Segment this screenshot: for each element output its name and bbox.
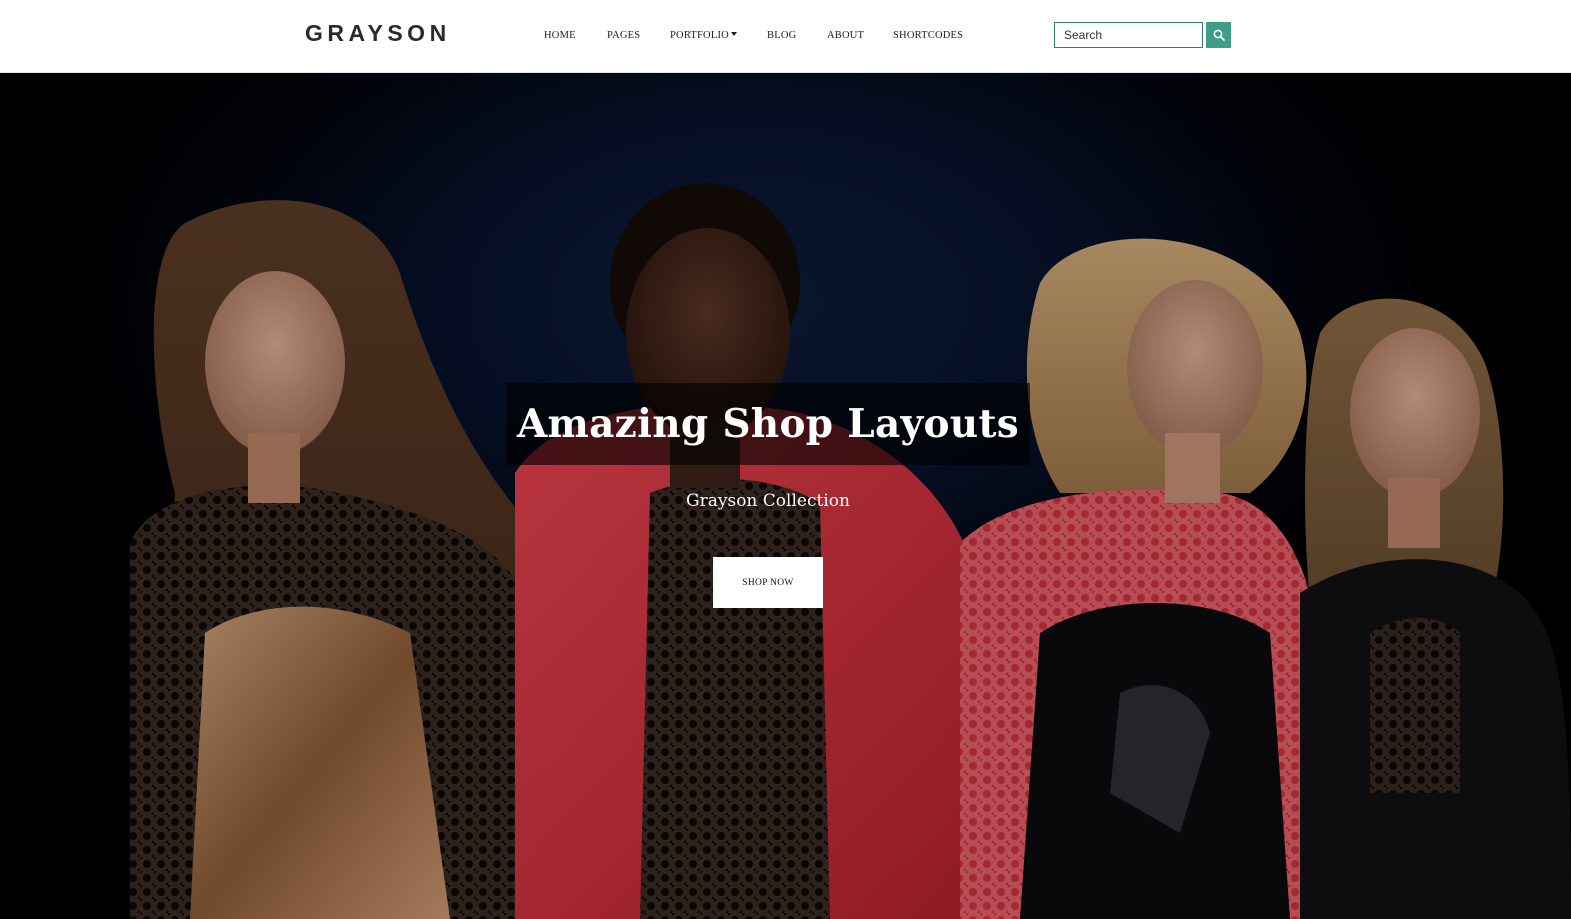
hero-banner: Amazing Shop Layouts Grayson Collection … (0, 73, 1571, 919)
nav-item-pages[interactable]: PAGES (607, 29, 640, 43)
nav-item-about[interactable]: ABOUT (827, 29, 864, 43)
shop-now-button[interactable]: SHOP NOW (713, 557, 823, 608)
nav-item-shortcodes[interactable]: SHORTCODES (893, 29, 963, 43)
hero-title: Amazing Shop Layouts (516, 401, 1020, 447)
caret-down-icon (730, 32, 737, 36)
hero-title-box: Amazing Shop Layouts (506, 383, 1030, 465)
search-input[interactable] (1054, 22, 1203, 48)
hero-subtitle: Grayson Collection (686, 491, 850, 511)
nav-item-portfolio-label: PORTFOLIO (670, 30, 729, 41)
nav-item-portfolio[interactable]: PORTFOLIO (670, 29, 737, 43)
nav-item-blog[interactable]: BLOG (767, 29, 796, 43)
site-header: GRAYSON HOME PAGES PORTFOLIO BLOG ABOUT … (0, 0, 1571, 73)
search-icon (1213, 29, 1225, 41)
nav-item-home[interactable]: HOME (544, 29, 576, 43)
main-nav: HOME PAGES PORTFOLIO BLOG ABOUT SHORTCOD… (0, 29, 1571, 43)
search-button[interactable] (1206, 22, 1231, 48)
